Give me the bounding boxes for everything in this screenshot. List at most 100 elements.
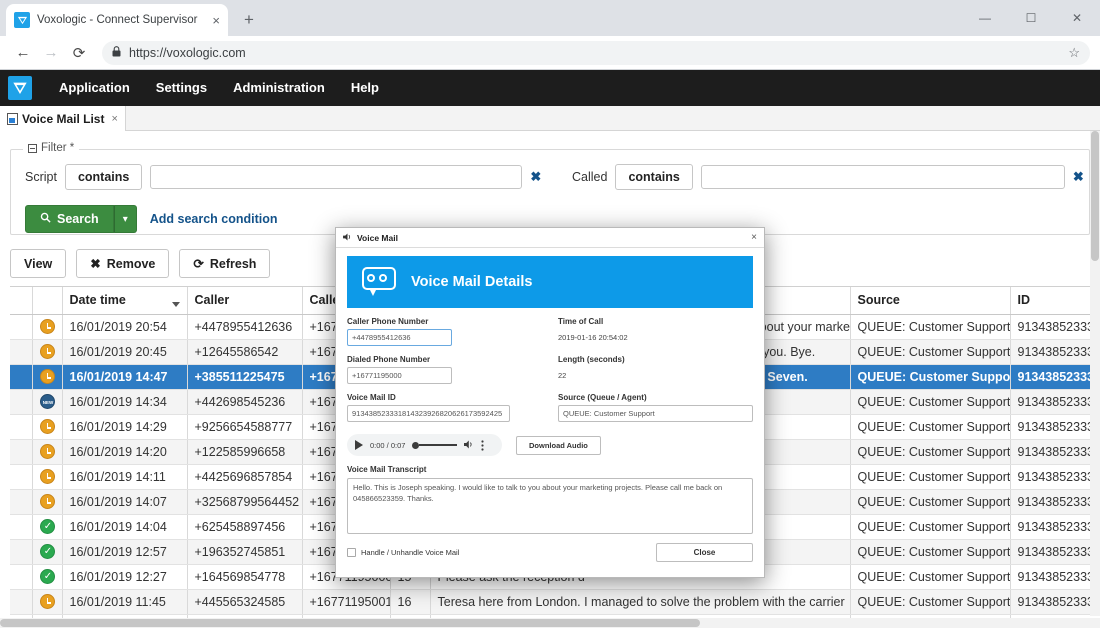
nav-item-administration[interactable]: Administration	[220, 70, 338, 106]
volume-icon[interactable]	[464, 440, 474, 451]
row-source: QUEUE: Customer Support	[850, 489, 1011, 515]
dialog-close-button[interactable]: Close	[656, 543, 753, 562]
row-select-cell[interactable]	[10, 314, 33, 340]
audio-menu-icon[interactable]	[481, 439, 485, 451]
row-date-time: 16/01/2019 14:29	[62, 414, 188, 440]
filter-label-called: Called	[572, 170, 608, 184]
row-caller: +164569854778	[187, 564, 303, 590]
horizontal-scrollbar-thumb[interactable]	[0, 619, 700, 627]
row-select-cell[interactable]	[10, 564, 33, 590]
audio-player[interactable]: 0:00 / 0:07	[347, 434, 502, 456]
transcript-textarea[interactable]: Hello. This is Joseph speaking. I would …	[347, 478, 753, 534]
row-id: 913438523331	[1010, 339, 1100, 365]
col-select[interactable]	[10, 287, 33, 315]
dialog-fields-right: Time of Call 2019-01-16 20:54:02 Length …	[550, 317, 753, 422]
row-status-cell	[32, 489, 63, 515]
col-status[interactable]	[32, 287, 63, 315]
search-dropdown-button[interactable]: ▾	[113, 205, 137, 233]
status-done-icon	[39, 544, 56, 560]
col-caller[interactable]: Caller	[187, 287, 303, 315]
row-source: QUEUE: Customer Support	[850, 539, 1011, 565]
dialed-phone-field[interactable]: +16771195000	[347, 367, 452, 384]
refresh-button[interactable]: ⟳ Refresh	[179, 249, 271, 278]
row-status-cell	[32, 414, 63, 440]
transcript-label: Voice Mail Transcript	[347, 465, 427, 474]
source-queue-agent-field[interactable]: QUEUE: Customer Support	[558, 405, 753, 422]
nav-item-application[interactable]: Application	[46, 70, 143, 106]
download-audio-button[interactable]: Download Audio	[516, 435, 601, 455]
dialog-title: Voice Mail	[357, 232, 398, 243]
row-length: 16	[390, 589, 431, 615]
row-select-cell[interactable]	[10, 364, 33, 390]
reload-icon[interactable]: ⟳	[66, 40, 92, 66]
horizontal-scrollbar[interactable]	[0, 618, 1100, 628]
col-date-time[interactable]: Date time	[62, 287, 188, 315]
forward-icon[interactable]: →	[38, 40, 64, 66]
nav-item-help[interactable]: Help	[338, 70, 392, 106]
voice-mail-id-field[interactable]: 913438523331814323926820626173592425	[347, 405, 510, 422]
time-of-call-value: 2019-01-16 20:54:02	[558, 333, 628, 342]
back-icon[interactable]: ←	[10, 40, 36, 66]
status-pending-icon	[39, 494, 55, 510]
view-button[interactable]: View	[10, 249, 67, 278]
address-bar[interactable]: https://voxologic.com ☆	[102, 40, 1090, 65]
view-button-label: View	[24, 256, 53, 271]
search-button[interactable]: Search	[25, 205, 114, 233]
row-status-cell	[32, 539, 63, 565]
app-logo-icon	[8, 76, 32, 100]
caller-phone-field[interactable]: +4478955412636	[347, 329, 452, 346]
app-tab-bar: Voice Mail List ×	[0, 106, 1100, 131]
row-select-cell[interactable]	[10, 389, 33, 415]
row-date-time: 16/01/2019 20:45	[62, 339, 188, 365]
vertical-scrollbar-thumb[interactable]	[1091, 131, 1099, 261]
filter-operator-called[interactable]: contains	[615, 164, 693, 190]
bookmark-star-icon[interactable]: ☆	[1068, 45, 1080, 61]
col-source[interactable]: Source	[850, 287, 1011, 315]
row-id: 913438523331	[1010, 364, 1100, 390]
filter-input-called[interactable]	[700, 165, 1065, 189]
row-select-cell[interactable]	[10, 464, 33, 490]
new-tab-button[interactable]: +	[238, 9, 260, 31]
table-row[interactable]: 16/01/2019 11:45 +445565324585 +1677119500…	[10, 589, 1100, 615]
window-minimize-button[interactable]: —	[962, 0, 1008, 36]
dialog-close-icon[interactable]: ×	[751, 232, 757, 243]
nav-item-settings[interactable]: Settings	[143, 70, 220, 106]
row-id: 913438523331	[1010, 314, 1100, 340]
vertical-scrollbar[interactable]	[1090, 131, 1100, 616]
filter-label-script: Script	[25, 170, 57, 184]
remove-button[interactable]: ✖ Remove	[76, 249, 170, 278]
filter-input-script[interactable]	[150, 165, 523, 189]
filter-legend[interactable]: Filter *	[23, 142, 80, 154]
handle-voice-mail-label: Handle / Unhandle Voice Mail	[361, 548, 460, 557]
row-select-cell[interactable]	[10, 589, 33, 615]
tab-close-icon[interactable]: ×	[111, 113, 117, 125]
add-search-condition-link[interactable]: Add search condition	[150, 212, 278, 226]
filter-clear-called-icon[interactable]: ✖	[1073, 169, 1084, 185]
row-status-cell	[32, 564, 63, 590]
status-pending-icon	[39, 369, 55, 385]
row-caller: +4425696857854	[187, 464, 303, 490]
window-close-button[interactable]: ✕	[1054, 0, 1100, 36]
window-maximize-button[interactable]: ☐	[1008, 0, 1054, 36]
filter-operator-script[interactable]: contains	[64, 164, 143, 190]
browser-tab[interactable]: Voxologic - Connect Supervisor ×	[6, 4, 228, 36]
search-row: Search ▾ Add search condition	[25, 205, 278, 233]
status-done-icon	[39, 569, 56, 585]
audio-player-row: 0:00 / 0:07 Download Audio	[347, 434, 753, 456]
row-select-cell[interactable]	[10, 489, 33, 515]
row-select-cell[interactable]	[10, 439, 33, 465]
row-source: QUEUE: Customer Support	[850, 589, 1011, 615]
row-select-cell[interactable]	[10, 514, 33, 540]
audio-seek-slider[interactable]	[412, 441, 458, 449]
row-select-cell[interactable]	[10, 414, 33, 440]
handle-voice-mail-checkbox[interactable]	[347, 548, 356, 557]
status-pending-icon	[39, 469, 55, 485]
col-id[interactable]: ID	[1010, 287, 1100, 315]
filter-clear-script-icon[interactable]: ✖	[530, 169, 541, 185]
row-select-cell[interactable]	[10, 539, 33, 565]
play-icon[interactable]	[355, 440, 363, 450]
collapse-icon[interactable]	[28, 143, 37, 153]
tab-close-icon[interactable]: ×	[212, 14, 220, 27]
tab-voice-mail-list[interactable]: Voice Mail List ×	[0, 106, 126, 131]
row-select-cell[interactable]	[10, 339, 33, 365]
